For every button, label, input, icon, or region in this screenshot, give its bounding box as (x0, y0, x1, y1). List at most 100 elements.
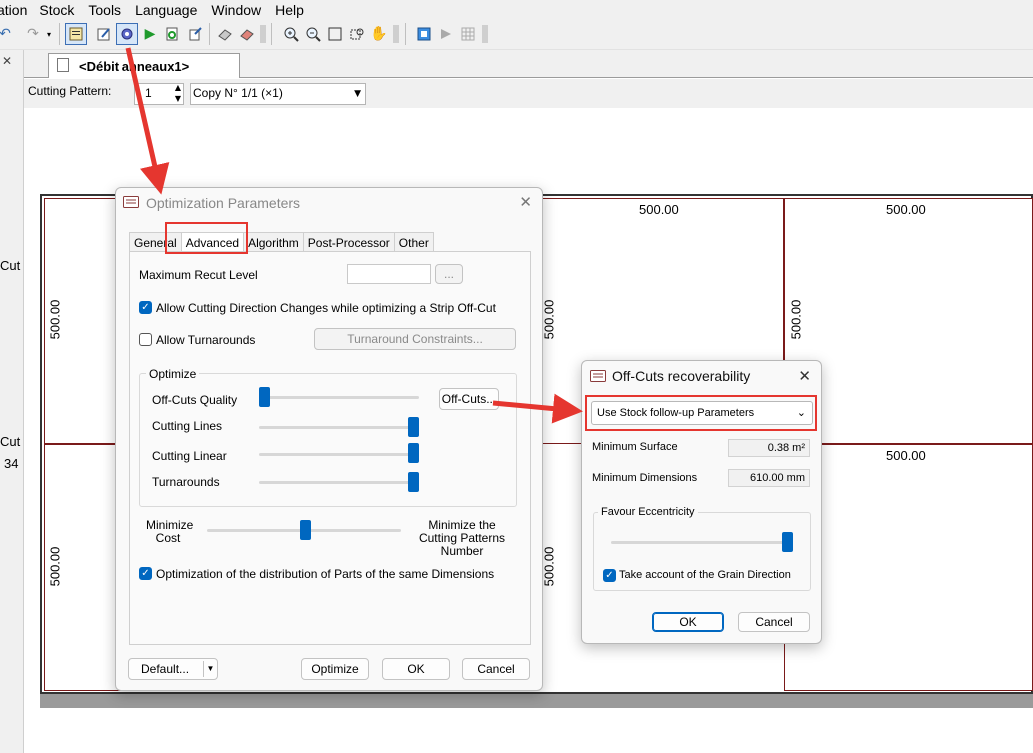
spin-up-icon[interactable]: ▲ (175, 83, 181, 92)
minimize-patterns-label: Minimize the Cutting Patterns Number (418, 518, 506, 558)
menu-help[interactable]: Help (275, 2, 314, 18)
min-dimensions-field[interactable]: 610.00 mm (728, 469, 810, 487)
max-recut-input[interactable] (347, 264, 431, 284)
ok-button[interactable]: OK (382, 658, 450, 680)
dimension-label: 500.00 (886, 202, 926, 217)
pan-icon[interactable]: ✋ (368, 23, 390, 45)
left-panel: ✕ (0, 50, 24, 753)
favour-eccentricity-slider-track[interactable] (611, 541, 791, 544)
ok-button[interactable]: OK (652, 612, 724, 632)
sheet-bottom-strip (40, 694, 1033, 708)
min-surface-value: 0.38 m² (767, 442, 805, 454)
document-tab[interactable]: <Débit anneaux1> (48, 53, 240, 78)
optimization-parameters-dialog: Optimization Parameters ✕ General Advanc… (115, 187, 543, 691)
chevron-down-icon[interactable]: ▼ (203, 661, 217, 677)
menu-language[interactable]: Language (135, 2, 211, 18)
favour-eccentricity-label: Favour Eccentricity (598, 506, 698, 518)
min-dimensions-label: Minimum Dimensions (592, 472, 698, 484)
optimize-button[interactable]: Optimize (301, 658, 369, 680)
slider-label: Cutting Linear (152, 449, 227, 463)
cutting-pattern-value: 1 (145, 86, 152, 100)
cutting-linear-slider-thumb[interactable] (408, 443, 419, 463)
cancel-button[interactable]: Cancel (462, 658, 530, 680)
dimension-label: 500.00 (886, 448, 926, 463)
cutting-lines-slider-track[interactable] (259, 426, 419, 429)
close-icon[interactable]: ✕ (2, 54, 12, 68)
menu-tools[interactable]: Tools (88, 2, 135, 18)
turnarounds-slider-track[interactable] (259, 481, 419, 484)
tab-post-processor[interactable]: Post-Processor (302, 232, 395, 253)
grain-checkbox[interactable]: ✓ (603, 569, 616, 582)
toolbar: ↶ ↷ ▾ ▶ ✋ (0, 19, 1033, 50)
redo-dropdown-icon[interactable]: ▾ (44, 23, 54, 45)
dimension-label: 500.00 (639, 202, 679, 217)
keyboard-icon (590, 370, 606, 382)
cost-patterns-slider-thumb[interactable] (300, 520, 311, 540)
allow-direction-label: Allow Cutting Direction Changes while op… (156, 301, 496, 315)
dimension-label-vertical: 500.00 (47, 546, 63, 587)
run-icon[interactable]: ▶ (139, 23, 161, 45)
minimize-cost-label: Minimize Cost (146, 518, 194, 545)
highlight-box-mode-select (585, 395, 817, 431)
max-recut-browse-button[interactable]: ... (435, 264, 463, 284)
cancel-button[interactable]: Cancel (738, 612, 810, 632)
favour-eccentricity-slider-thumb[interactable] (782, 532, 793, 552)
left-label-cut: Cut (0, 258, 21, 273)
dimension-label-vertical: 500.00 (541, 546, 557, 587)
slider-label: Turnarounds (152, 475, 220, 489)
allow-turnarounds-checkbox[interactable] (139, 333, 152, 346)
menu-optimization[interactable]: ation (0, 2, 39, 18)
print-icon[interactable] (214, 23, 236, 45)
cutting-linear-slider-track[interactable] (259, 453, 419, 456)
edit-icon[interactable] (93, 23, 115, 45)
menu-stock[interactable]: Stock (39, 2, 88, 18)
dimension-label-vertical: 500.00 (788, 299, 804, 340)
export-icon[interactable] (184, 23, 206, 45)
slider-label: Off-Cuts Quality (152, 393, 238, 407)
view-icon[interactable] (413, 23, 435, 45)
zoom-out-icon[interactable] (302, 23, 324, 45)
turnarounds-slider-thumb[interactable] (408, 472, 419, 492)
pattern-row: Cutting Pattern: 1 ▲ ▼ Copy N° 1/1 (×1) … (24, 79, 1033, 108)
allow-direction-checkbox[interactable]: ✓ (139, 301, 152, 314)
close-icon[interactable]: ✕ (798, 367, 811, 385)
next-icon[interactable] (435, 23, 457, 45)
document-tab-bar: <Débit anneaux1> (24, 50, 1033, 78)
default-button-label: Default... (141, 662, 190, 676)
zoom-fit-icon[interactable] (324, 23, 346, 45)
grid-icon[interactable] (457, 23, 479, 45)
zoom-window-icon[interactable] (346, 23, 368, 45)
slider-label: Cutting Lines (152, 419, 223, 433)
turnaround-constraints-button[interactable]: Turnaround Constraints... (314, 328, 516, 350)
grain-label: Take account of the Grain Direction (619, 569, 791, 581)
chevron-down-icon: ▼ (354, 89, 361, 99)
redo-icon[interactable]: ↷ (22, 23, 44, 45)
undo-icon[interactable]: ↶ (0, 23, 16, 45)
min-surface-field[interactable]: 0.38 m² (728, 439, 810, 457)
print-setup-icon[interactable] (236, 23, 258, 45)
refresh-icon[interactable] (161, 23, 183, 45)
properties-icon[interactable] (65, 23, 87, 45)
distribution-checkbox[interactable]: ✓ (139, 567, 152, 580)
tab-algorithm[interactable]: Algorithm (243, 232, 304, 253)
optimization-parameters-icon[interactable] (116, 23, 138, 45)
keyboard-icon (123, 196, 139, 208)
dimension-label-vertical: 500.00 (47, 299, 63, 340)
distribution-label: Optimization of the distribution of Part… (156, 567, 495, 581)
offcuts-quality-slider-track[interactable] (259, 396, 419, 399)
copy-select[interactable]: Copy N° 1/1 (×1) ▼ (190, 83, 366, 105)
tab-other[interactable]: Other (393, 232, 434, 253)
min-surface-label: Minimum Surface (592, 441, 678, 453)
menu-window[interactable]: Window (211, 2, 275, 18)
cutting-pattern-spinner[interactable]: 1 ▲ ▼ (134, 83, 184, 105)
default-button[interactable]: Default... ▼ (128, 658, 218, 680)
offcuts-quality-slider-thumb[interactable] (259, 387, 270, 407)
dialog-title: Off-Cuts recoverability (612, 368, 751, 384)
zoom-in-icon[interactable] (280, 23, 302, 45)
spin-down-icon[interactable]: ▼ (175, 94, 181, 103)
offcuts-button[interactable]: Off-Cuts... (439, 388, 499, 410)
cutting-lines-slider-thumb[interactable] (408, 417, 419, 437)
close-icon[interactable]: ✕ (519, 193, 532, 211)
min-dimensions-value: 610.00 mm (749, 472, 805, 484)
document-icon (57, 58, 69, 72)
